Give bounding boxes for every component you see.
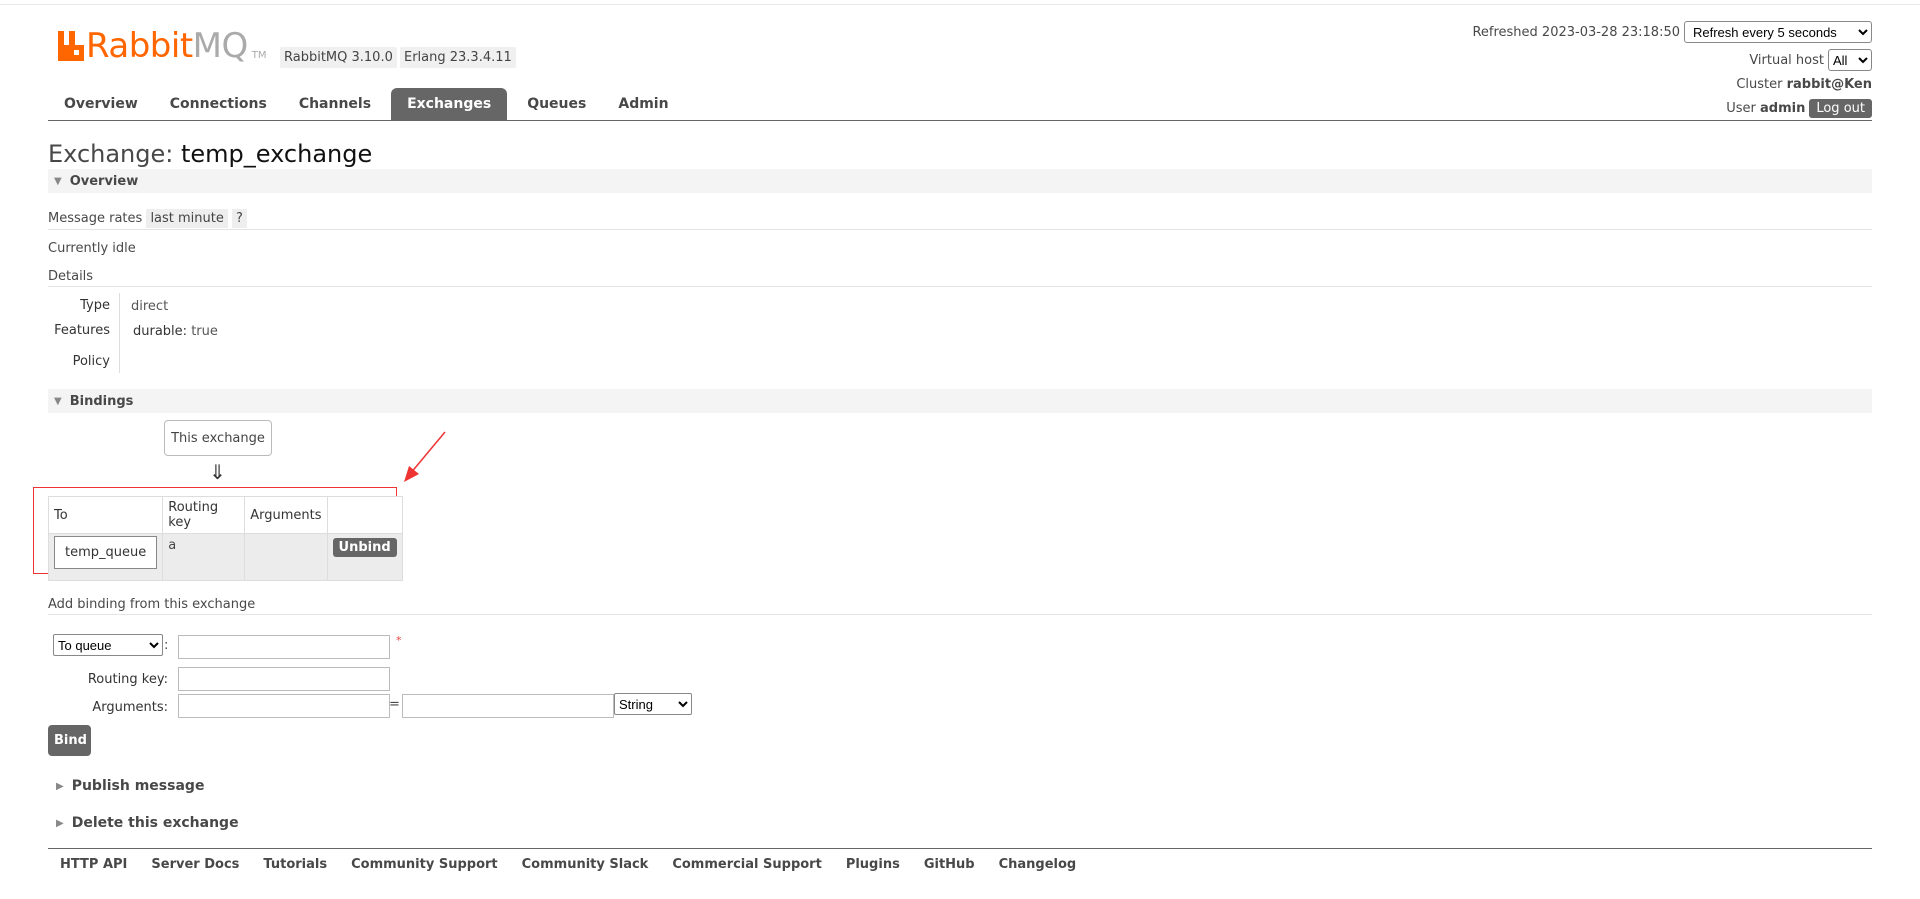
argument-type-select[interactable]: String	[614, 693, 692, 715]
footer-link-tutorials[interactable]: Tutorials	[263, 857, 327, 872]
message-rates: Message rates last minute ?	[48, 209, 247, 228]
colon: :	[164, 638, 169, 653]
tab-exchanges[interactable]: Exchanges	[391, 88, 508, 120]
footer-divider	[48, 848, 1872, 849]
argument-key-input[interactable]	[178, 694, 390, 718]
bindings-section-toggle[interactable]: ▼ Bindings	[48, 389, 1872, 413]
this-exchange-box: This exchange	[164, 420, 272, 456]
type-value: direct	[131, 299, 169, 314]
arguments-cell	[244, 533, 328, 581]
tab-overview[interactable]: Overview	[48, 88, 154, 120]
tab-queues[interactable]: Queues	[511, 88, 602, 120]
equals-sign: =	[389, 697, 400, 712]
down-arrow-icon: ⇓	[209, 460, 226, 484]
help-button[interactable]: ?	[232, 209, 247, 228]
routing-key-label: Routing key:	[87, 672, 168, 687]
divider	[48, 286, 1872, 287]
vhost-select[interactable]: All	[1828, 49, 1872, 71]
tab-admin[interactable]: Admin	[602, 88, 684, 120]
rabbitmq-version: RabbitMQ 3.10.0	[280, 47, 397, 68]
rabbit-icon	[58, 31, 84, 61]
unbind-button[interactable]: Unbind	[332, 538, 397, 557]
column-header-routing-key: Routing key	[162, 496, 246, 534]
footer-link-community-support[interactable]: Community Support	[351, 857, 498, 872]
page-title: Exchange: temp_exchange	[48, 140, 373, 168]
top-border	[0, 4, 1920, 5]
required-mark: *	[396, 634, 402, 647]
routing-key-input[interactable]	[178, 667, 390, 691]
footer-link-github[interactable]: GitHub	[924, 857, 975, 872]
policy-key: Policy	[72, 354, 110, 369]
footer-link-plugins[interactable]: Plugins	[846, 857, 900, 872]
features-key: Features	[54, 323, 110, 338]
destination-type-select[interactable]: To queue	[53, 634, 163, 656]
footer-link-community-slack[interactable]: Community Slack	[522, 857, 649, 872]
message-rates-period[interactable]: last minute	[146, 209, 228, 228]
refresh-interval-select[interactable]: Refresh every 5 seconds	[1684, 21, 1872, 43]
type-key: Type	[80, 298, 110, 313]
triangle-right-icon: ▶	[56, 817, 64, 829]
column-header-to: To	[47, 496, 164, 534]
argument-value-input[interactable]	[402, 694, 614, 718]
details-divider	[119, 293, 120, 373]
footer-link-changelog[interactable]: Changelog	[999, 857, 1077, 872]
trademark: TM	[251, 50, 267, 61]
tab-connections[interactable]: Connections	[154, 88, 283, 120]
column-header-actions	[326, 496, 403, 534]
triangle-down-icon: ▼	[54, 395, 62, 407]
refreshed-label: Refreshed 2023-03-28 23:18:50	[1472, 24, 1680, 40]
publish-message-toggle[interactable]: ▶ Publish message	[48, 778, 204, 794]
footer-link-http-api[interactable]: HTTP API	[60, 857, 127, 872]
footer-links: HTTP API Server Docs Tutorials Community…	[60, 857, 1100, 872]
details-label: Details	[48, 269, 94, 284]
column-header-arguments: Arguments	[244, 496, 328, 534]
annotation-arrow-icon	[404, 431, 446, 482]
arguments-label: Arguments:	[92, 700, 168, 715]
footer-link-server-docs[interactable]: Server Docs	[151, 857, 239, 872]
logo-text: RabbitMQ	[86, 26, 248, 66]
bind-button[interactable]: Bind	[48, 725, 91, 756]
table-row: temp_queue a Unbind	[47, 533, 403, 581]
idle-status: Currently idle	[48, 241, 136, 256]
add-binding-heading: Add binding from this exchange	[48, 597, 256, 612]
divider	[48, 229, 1872, 230]
divider	[48, 614, 1872, 615]
main-nav: Overview Connections Channels Exchanges …	[48, 88, 1872, 121]
tab-channels[interactable]: Channels	[283, 88, 387, 120]
features-value: durable: true	[133, 324, 218, 339]
rabbitmq-logo[interactable]: RabbitMQ TM	[58, 28, 267, 64]
bindings-table: To Routing key Arguments temp_queue a Un…	[47, 496, 403, 581]
destination-input[interactable]	[178, 635, 390, 659]
delete-exchange-toggle[interactable]: ▶ Delete this exchange	[48, 815, 239, 831]
queue-link[interactable]: temp_queue	[54, 536, 158, 569]
routing-key-cell: a	[162, 533, 246, 581]
vhost-label: Virtual host	[1749, 52, 1824, 68]
triangle-right-icon: ▶	[56, 780, 64, 792]
exchange-name: temp_exchange	[181, 140, 373, 168]
erlang-version: Erlang 23.3.4.11	[400, 47, 516, 68]
overview-section-toggle[interactable]: ▼ Overview	[48, 169, 1872, 193]
triangle-down-icon: ▼	[54, 175, 62, 187]
footer-link-commercial-support[interactable]: Commercial Support	[672, 857, 822, 872]
